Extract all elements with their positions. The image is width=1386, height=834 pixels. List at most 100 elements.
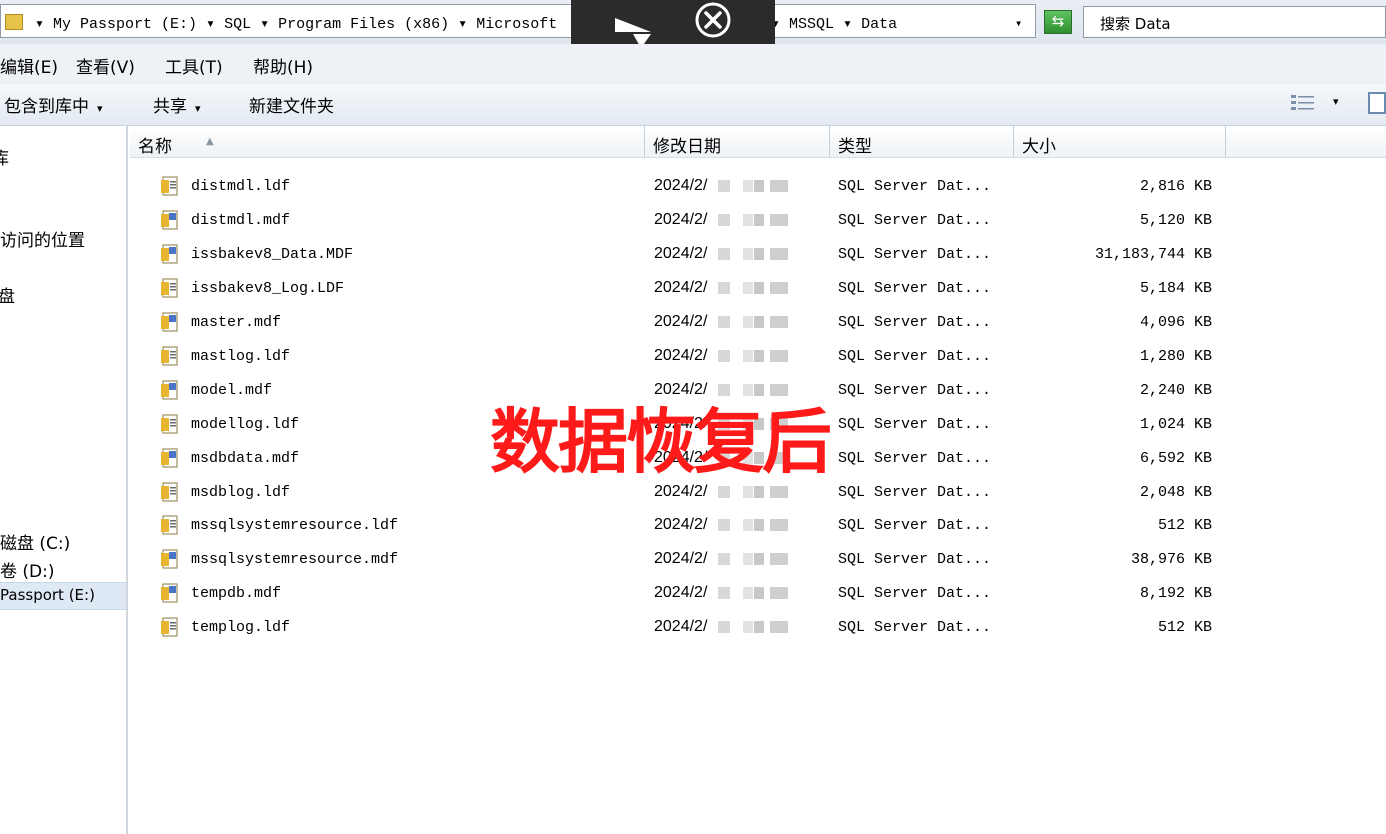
redacted-date-block [770,248,788,260]
preview-pane-icon[interactable] [1368,92,1386,114]
ldf-icon [161,482,178,502]
menu-view[interactable]: 查看(V) [76,53,135,78]
file-name: model.mdf [191,382,273,399]
column-header-size[interactable]: 大小 [1014,126,1226,157]
breadcrumb-path[interactable]: ▾ My Passport (E:) ▾ SQL ▾ Program Files… [35,14,557,33]
column-header-type[interactable]: 类型 [830,126,1014,157]
menu-edit[interactable]: 编辑(E) [0,53,58,78]
redacted-date-block [718,621,730,633]
address-dropdown-icon[interactable]: ▾ [1015,16,1022,31]
column-header-row: 名称 ▲ 修改日期 类型 大小 [130,126,1386,158]
column-header-name[interactable]: 名称 ▲ [130,126,645,157]
mdf-icon [161,210,178,230]
ldf-icon [161,414,178,434]
nav-item-libraries[interactable]: 库 [0,144,9,169]
search-input[interactable]: 搜索 Data [1083,6,1386,38]
redacted-date-block [718,248,730,260]
redacted-date-block [754,486,764,498]
file-type: SQL Server Dat... [838,619,992,636]
navigation-pane: 库 访问的位置 盘 磁盘 (C:) 卷 (D:) Passport (E:) [0,126,128,834]
redacted-date-block [754,316,764,328]
share-button[interactable]: 共享 ▾ [153,92,201,117]
ldf-icon [161,515,178,535]
file-name: distmdl.mdf [191,212,291,229]
file-date: 2024/2/ [654,313,708,330]
redacted-date-block [743,621,753,633]
file-name: tempdb.mdf [191,585,282,602]
nav-item-drive-c[interactable]: 磁盘 (C:) [0,529,70,554]
redacted-date-block [718,282,730,294]
table-row[interactable]: mssqlsystemresource.ldf 2024/2/SQL Server… [130,508,1386,542]
redacted-date-block [754,519,764,531]
redacted-date-block [770,282,788,294]
redacted-date-block [770,214,788,226]
breadcrumb-path-tail[interactable]: ▾ MSSQL ▾ Data [771,14,897,33]
redacted-date-block [743,316,753,328]
redacted-date-block [718,519,730,531]
redacted-date-block [718,316,730,328]
table-row[interactable]: mssqlsystemresource.mdf 2024/2/SQL Server… [130,542,1386,576]
address-bar[interactable]: ▾ My Passport (E:) ▾ SQL ▾ Program Files… [0,4,1036,38]
table-row[interactable]: distmdl.mdf 2024/2/SQL Server Dat... 5,120… [130,203,1386,237]
redacted-date-block [743,350,753,362]
file-name: mastlog.ldf [191,348,291,365]
file-size: 31,183,744 KB [1094,246,1212,263]
view-options-icon[interactable] [1290,93,1316,113]
table-row[interactable]: master.mdf 2024/2/SQL Server Dat... 4,096 … [130,305,1386,339]
table-row[interactable]: issbakev8_Data.MDF 2024/2/SQL Server Dat.… [130,237,1386,271]
redacted-date-block [754,587,764,599]
file-name: modellog.ldf [191,416,300,433]
nav-item-drive-d[interactable]: 卷 (D:) [0,557,55,582]
file-name: mssqlsystemresource.mdf [191,551,399,568]
file-date: 2024/2/ [654,618,708,635]
table-row[interactable]: templog.ldf 2024/2/SQL Server Dat... 512 K… [130,610,1386,644]
file-type: SQL Server Dat... [838,348,992,365]
close-icon[interactable] [693,0,733,40]
table-row[interactable]: tempdb.mdf 2024/2/SQL Server Dat... 8,192 … [130,576,1386,610]
redacted-date-block [770,316,788,328]
file-size: 1,280 KB [1139,348,1212,365]
new-folder-button[interactable]: 新建文件夹 [249,92,334,117]
chevron-down-icon: ▾ [97,102,103,115]
redacted-date-block [718,587,730,599]
mdf-icon [161,583,178,603]
redacted-date-block [743,486,753,498]
ldf-icon [161,617,178,637]
redacted-date-block [754,248,764,260]
view-dropdown-icon[interactable]: ▾ [1333,95,1339,108]
redacted-date-block [743,248,753,260]
redacted-date-block [770,587,788,599]
menu-help[interactable]: 帮助(H) [253,53,313,78]
file-date: 2024/2/ [654,584,708,601]
file-size: 38,976 KB [1130,551,1212,568]
nav-item-disk[interactable]: 盘 [0,282,15,307]
file-size: 8,192 KB [1139,585,1212,602]
file-size: 1,024 KB [1139,416,1212,433]
file-type: SQL Server Dat... [838,178,992,195]
file-size: 6,592 KB [1139,450,1212,467]
file-type: SQL Server Dat... [838,280,992,297]
column-header-date[interactable]: 修改日期 [645,126,830,157]
nav-item-recent-places[interactable]: 访问的位置 [0,226,85,251]
redacted-date-block [754,350,764,362]
file-date: 2024/2/ [654,347,708,364]
redacted-date-block [770,621,788,633]
include-in-library-button[interactable]: 包含到库中 ▾ [4,92,103,117]
ldf-icon [161,346,178,366]
menu-tools[interactable]: 工具(T) [165,53,223,78]
table-row[interactable]: issbakev8_Log.LDF 2024/2/SQL Server Dat..… [130,271,1386,305]
file-name: issbakev8_Log.LDF [191,280,345,297]
file-type: SQL Server Dat... [838,246,992,263]
file-name: templog.ldf [191,619,291,636]
refresh-button[interactable]: ⇆ [1044,10,1072,34]
redacted-date-block [743,180,753,192]
file-date: 2024/2/ [654,177,708,194]
ldf-icon [161,278,178,298]
file-name: msdblog.ldf [191,484,291,501]
refresh-icon: ⇆ [1051,12,1065,30]
table-row[interactable]: mastlog.ldf 2024/2/SQL Server Dat... 1,280… [130,339,1386,373]
watermark-text: 数据恢复后 [490,401,832,483]
nav-item-drive-e[interactable]: Passport (E:) [0,582,126,610]
table-row[interactable]: distmdl.ldf 2024/2/SQL Server Dat... 2,816… [130,169,1386,203]
redacted-date-block [718,553,730,565]
